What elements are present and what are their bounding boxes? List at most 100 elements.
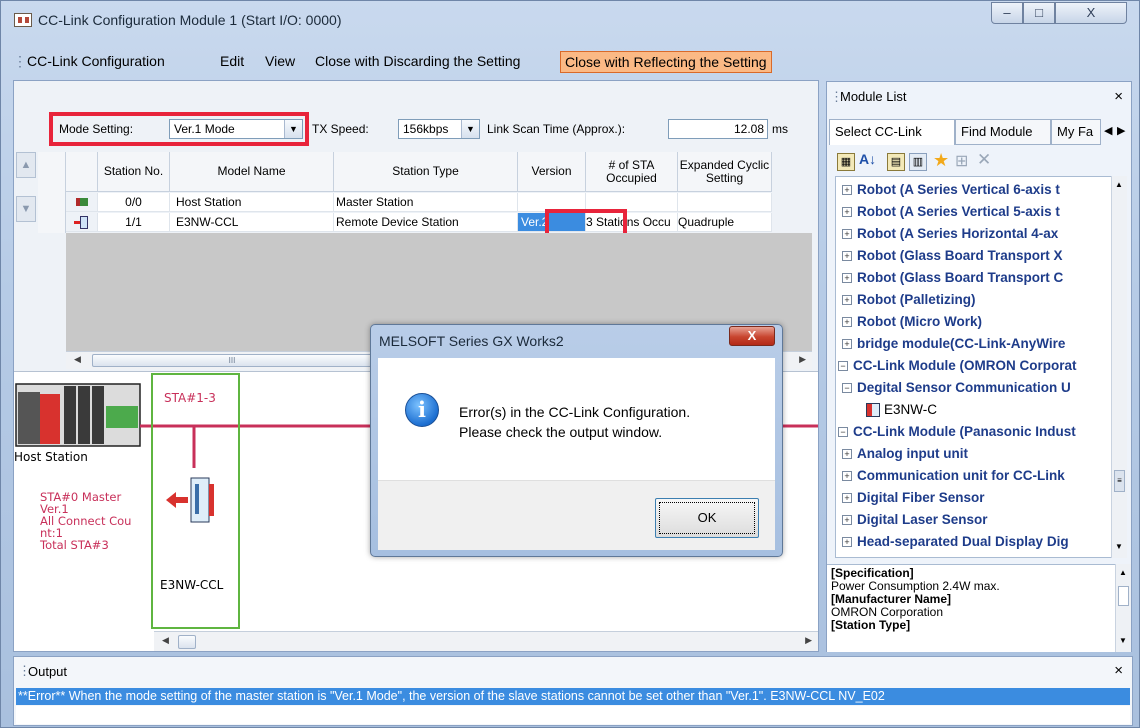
scroll-down-icon[interactable]: ▼ <box>1115 542 1123 551</box>
module-tree-label: Head-separated Dual Display Dig <box>857 534 1069 549</box>
module-tree-node[interactable]: + Head-separated Dual Display Dig <box>836 531 1126 553</box>
scroll-up-icon[interactable]: ▲ <box>1115 180 1123 189</box>
module-tree-node[interactable]: + Robot (Glass Board Transport X <box>836 245 1126 267</box>
close-window-button[interactable]: X <box>1055 2 1127 24</box>
spec-vertical-scrollbar[interactable]: ▲ ▼ <box>1115 564 1131 652</box>
menu-close-discard[interactable]: Close with Discarding the Setting <box>315 51 520 73</box>
chevron-down-icon[interactable]: ▼ <box>461 120 479 138</box>
table-row[interactable]: 1/1 E3NW-CCL Remote Device Station Ver.2… <box>66 213 772 233</box>
module-tree-label: Robot (Palletizing) <box>857 292 976 307</box>
expand-icon[interactable]: + <box>842 515 852 526</box>
menu-view[interactable]: View <box>265 51 295 73</box>
host-station-info: STA#0 Master Ver.1 All Connect Cou nt:1 … <box>40 491 131 551</box>
expand-icon[interactable]: + <box>842 493 852 504</box>
expand-icon[interactable]: + <box>842 251 852 262</box>
favorite-star-icon[interactable]: ★ <box>933 150 949 171</box>
module-tree-node[interactable]: + Digital Fiber Sensor <box>836 487 1126 509</box>
scroll-up-icon[interactable]: ▲ <box>1119 568 1127 577</box>
module-tree-node[interactable]: + Communication unit for CC-Link <box>836 465 1126 487</box>
menu-bar: ⋮ CC-Link Configuration Edit View Close … <box>13 46 1131 76</box>
tab-find-module[interactable]: Find Module <box>955 119 1051 145</box>
module-tree-label: CC-Link Module (OMRON Corporat <box>853 358 1077 373</box>
delete-favorite-icon[interactable]: ✕ <box>977 150 991 170</box>
header-sta-occupied: # of STA Occupied <box>586 152 678 192</box>
close-icon[interactable]: × <box>1114 88 1123 105</box>
module-tree-node[interactable]: + Robot (A Series Vertical 5-axis t <box>836 201 1126 223</box>
scroll-thumb[interactable] <box>178 635 196 649</box>
scroll-down-icon[interactable]: ▼ <box>1119 636 1127 645</box>
tab-scroll-left-icon[interactable]: ◀ <box>1104 124 1112 137</box>
scroll-thumb[interactable] <box>1118 586 1129 606</box>
expand-icon[interactable]: + <box>842 273 852 284</box>
scroll-right-icon[interactable]: ▶ <box>805 635 812 646</box>
tree-vertical-scrollbar[interactable]: ▲ ≡ ▼ <box>1111 176 1127 558</box>
host-cpu-block <box>18 392 40 444</box>
output-window: ⋮ Output × **Error** When the mode setti… <box>13 656 1133 726</box>
expand-icon[interactable]: + <box>842 295 852 306</box>
expand-icon[interactable]: + <box>842 449 852 460</box>
tab-scroll-right-icon[interactable]: ▶ <box>1117 124 1125 137</box>
module-tree-node[interactable]: + Analog input unit <box>836 443 1126 465</box>
slave-station-name[interactable]: E3NW-CCL <box>160 578 223 592</box>
minimize-button[interactable]: – <box>991 2 1023 24</box>
add-favorite-icon[interactable]: ⊞ <box>955 151 968 171</box>
close-icon[interactable]: × <box>1114 662 1123 679</box>
module-tree-node[interactable]: + Robot (A Series Vertical 6-axis t <box>836 179 1126 201</box>
module-tree-label: Digital Laser Sensor <box>857 512 988 527</box>
table-row[interactable]: 0/0 Host Station Master Station <box>66 193 772 213</box>
output-error-line[interactable]: **Error** When the mode setting of the m… <box>16 688 1130 705</box>
expand-all-icon[interactable]: ▤ <box>887 153 905 171</box>
tab-select-cc-link[interactable]: Select CC-Link <box>829 119 955 145</box>
expand-icon[interactable]: + <box>842 537 852 548</box>
spec-line: [Station Type] <box>831 618 911 632</box>
dialog-close-button[interactable]: X <box>729 326 775 346</box>
collapse-icon[interactable]: − <box>842 383 852 394</box>
host-station-label: Host Station <box>14 450 88 464</box>
output-title: Output <box>28 664 68 679</box>
expand-icon[interactable]: + <box>842 471 852 482</box>
tab-my-favorites[interactable]: My Fa <box>1051 119 1101 145</box>
module-tree-node[interactable]: + bridge module(CC-Link-AnyWire <box>836 333 1126 355</box>
scroll-thumb[interactable]: III <box>92 354 372 367</box>
module-tree-node[interactable]: + Digital Laser Sensor <box>836 509 1126 531</box>
menu-close-reflect[interactable]: Close with Reflecting the Setting <box>560 51 772 73</box>
scroll-left-icon[interactable]: ◀ <box>162 635 169 646</box>
slave-module-terminal <box>209 484 214 516</box>
sort-alphabetical-icon[interactable]: A↓ <box>859 151 876 167</box>
module-tree-node[interactable]: − Degital Sensor Communication U <box>836 377 1126 399</box>
module-tree-node[interactable]: + Robot (Palletizing) <box>836 289 1126 311</box>
collapse-icon[interactable]: − <box>838 361 848 372</box>
header-expanded-cyclic: Expanded Cyclic Setting <box>678 152 772 192</box>
scroll-up-icon[interactable]: ▲ <box>16 152 36 178</box>
expand-icon[interactable]: + <box>842 185 852 196</box>
module-tree-leaf[interactable]: E3NW-C <box>836 399 1126 421</box>
module-tree-node[interactable]: + Robot (Micro Work) <box>836 311 1126 333</box>
module-tree-node[interactable]: − CC-Link Module (OMRON Corporat <box>836 355 1126 377</box>
module-tree-node[interactable]: − CC-Link Module (Panasonic Indust <box>836 421 1126 443</box>
expand-icon[interactable]: + <box>842 229 852 240</box>
module-list-toolbar: ▦ A↓ ▤ ▥ ★ ⊞ ✕ <box>831 150 1127 176</box>
expand-icon[interactable]: + <box>842 207 852 218</box>
diagram-horizontal-scrollbar[interactable]: ◀ ▶ <box>154 631 818 651</box>
expanded-cyclic-cell[interactable]: Quadruple <box>678 213 772 232</box>
scroll-right-icon[interactable]: ▶ <box>799 354 806 365</box>
header-version: Version <box>518 152 586 192</box>
menu-cc-link-configuration[interactable]: CC-Link Configuration <box>27 51 165 73</box>
scroll-down-icon[interactable]: ▼ <box>16 196 36 222</box>
categorize-icon[interactable]: ▦ <box>837 153 855 171</box>
expand-icon[interactable]: + <box>842 317 852 328</box>
grid-vertical-scrollbar[interactable]: ▲ ▼ <box>16 152 38 344</box>
collapse-icon[interactable]: − <box>838 427 848 438</box>
collapse-all-icon[interactable]: ▥ <box>909 153 927 171</box>
scroll-left-icon[interactable]: ◀ <box>74 354 81 365</box>
menu-edit[interactable]: Edit <box>220 51 244 73</box>
module-tree-label: Robot (A Series Vertical 5-axis t <box>857 204 1060 219</box>
module-tree-node[interactable]: + Robot (A Series Horizontal 4-ax <box>836 223 1126 245</box>
scroll-thumb[interactable]: ≡ <box>1114 470 1125 492</box>
module-tree-node[interactable]: + Robot (Glass Board Transport C <box>836 267 1126 289</box>
expand-icon[interactable]: + <box>842 339 852 350</box>
maximize-button[interactable]: □ <box>1023 2 1055 24</box>
tx-speed-label: TX Speed: <box>312 122 369 136</box>
tx-speed-select[interactable]: 156kbps ▼ <box>398 119 480 139</box>
ok-button[interactable]: OK <box>655 498 759 538</box>
